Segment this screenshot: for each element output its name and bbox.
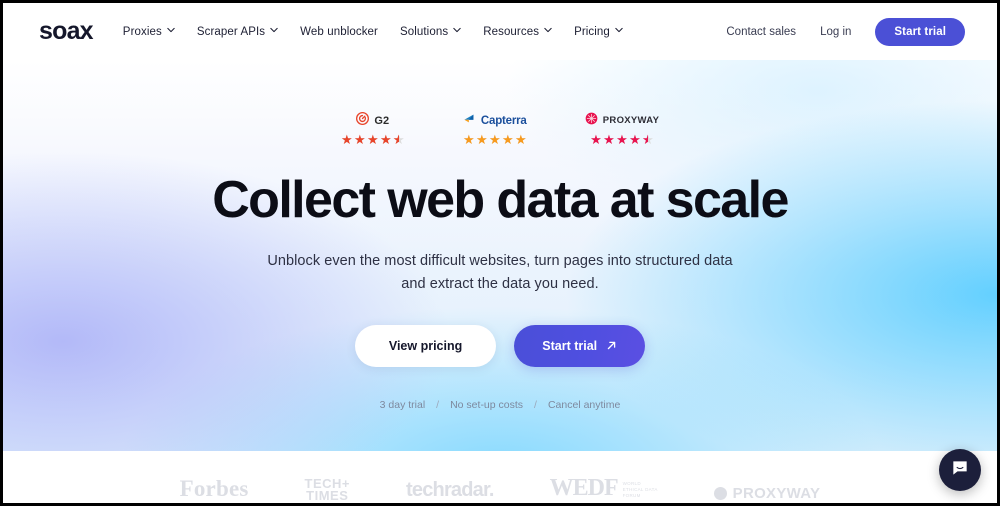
nav-item-web-unblocker[interactable]: Web unblocker	[300, 26, 378, 38]
hero-cta-row: View pricing Start trial	[3, 324, 997, 367]
star-rating-capterra: ★ ★ ★ ★ ★ ★ ★ ★ ★ ★	[463, 133, 527, 146]
star-rating-g2: ★★ ★★ ★★ ★★ ★★	[341, 133, 405, 146]
badge-head: G2	[356, 111, 390, 130]
page-title: Collect web data at scale	[212, 171, 789, 229]
trial-meta-item-1: 3 day trial	[379, 398, 426, 411]
nav-item-label: Web unblocker	[300, 25, 378, 38]
chevron-down-icon	[453, 27, 461, 35]
nav-item-pricing[interactable]: Pricing	[574, 26, 623, 38]
star: ★ ★	[353, 132, 366, 147]
nav-item-label: Resources	[483, 25, 540, 38]
star: ★ ★	[629, 132, 641, 147]
page-root: soax Proxies Scraper APIs Web unblocker …	[0, 0, 1000, 506]
start-trial-button-nav[interactable]: Start trial	[875, 17, 965, 46]
review-badge-capterra[interactable]: Capterra ★ ★ ★ ★ ★ ★ ★ ★ ★ ★	[463, 113, 527, 146]
proxyway-mark-icon	[713, 487, 727, 500]
logo-proxyway: PROXYWAY	[713, 485, 821, 502]
chevron-down-icon	[270, 27, 278, 35]
view-pricing-button[interactable]: View pricing	[354, 324, 497, 367]
badge-name: G2	[374, 114, 390, 127]
chat-widget-button[interactable]	[939, 449, 981, 491]
star: ★ ★	[462, 132, 475, 147]
main-navigation: soax Proxies Scraper APIs Web unblocker …	[3, 3, 997, 60]
log-in-link[interactable]: Log in	[820, 26, 851, 38]
star: ★ ★	[590, 132, 602, 147]
review-badge-g2[interactable]: G2 ★★ ★★ ★★ ★★ ★★	[341, 111, 405, 146]
tech-times-line-2: TIMES	[306, 488, 349, 504]
star-half: ★★	[642, 132, 654, 147]
hero-subheading: Unblock even the most difficult websites…	[3, 250, 997, 297]
start-trial-label: Start trial	[542, 338, 598, 353]
nav-right-actions: Contact sales Log in Start trial	[726, 17, 965, 46]
badge-name: Capterra	[480, 114, 527, 127]
chevron-down-icon	[544, 27, 552, 35]
trial-meta-separator: /	[534, 398, 537, 411]
star: ★ ★	[379, 132, 392, 147]
trial-meta: 3 day trial / No set-up costs / Cancel a…	[3, 399, 997, 411]
star: ★ ★	[488, 132, 501, 147]
review-badge-proxyway[interactable]: PROXYWAY ★★ ★★ ★★ ★★ ★★	[585, 112, 660, 146]
nav-item-resources[interactable]: Resources	[483, 26, 552, 38]
nav-item-label: Proxies	[122, 25, 162, 38]
chat-bubble-icon	[950, 458, 970, 483]
nav-item-solutions[interactable]: Solutions	[400, 26, 461, 38]
start-trial-button-hero[interactable]: Start trial	[514, 324, 646, 367]
trial-meta-separator: /	[436, 398, 440, 411]
nav-links: Proxies Scraper APIs Web unblocker Solut…	[123, 26, 623, 38]
trial-meta-item-3: Cancel anytime	[547, 398, 621, 411]
nav-item-label: Pricing	[574, 25, 610, 38]
star-rating-proxyway: ★★ ★★ ★★ ★★ ★★	[590, 133, 654, 146]
hero-section: G2 ★★ ★★ ★★ ★★ ★★	[3, 60, 997, 451]
logo-forbes: Forbes	[179, 476, 249, 501]
badge-name: PROXYWAY	[602, 115, 660, 126]
badge-head: PROXYWAY	[585, 112, 660, 130]
nav-item-proxies[interactable]: Proxies	[123, 26, 175, 38]
soax-logo[interactable]: soax	[39, 17, 94, 46]
arrow-up-right-icon	[606, 340, 617, 351]
logo-wedf: WEDF WORLD ETHICAL DATA FORUM	[550, 475, 658, 502]
wedf-subtext: WORLD ETHICAL DATA FORUM	[623, 481, 658, 502]
partner-logo-strip: Forbes TECH+ TIMES techradar. WEDF WORLD…	[3, 451, 997, 503]
contact-sales-link[interactable]: Contact sales	[726, 26, 796, 38]
star: ★ ★	[475, 132, 488, 147]
hero-subheading-line-1: Unblock even the most difficult websites…	[267, 252, 733, 269]
star: ★ ★	[366, 132, 379, 147]
proxyway-logo-icon	[585, 112, 598, 130]
logo-tech-times: TECH+ TIMES	[305, 477, 350, 504]
nav-item-label: Scraper APIs	[196, 25, 266, 38]
star: ★ ★	[340, 132, 353, 147]
star: ★ ★	[616, 132, 628, 147]
g2-logo-icon	[356, 111, 370, 130]
trial-meta-item-2: No set-up costs	[450, 398, 524, 411]
star: ★ ★	[514, 132, 527, 147]
nav-item-label: Solutions	[399, 25, 449, 38]
capterra-logo-icon	[463, 112, 476, 130]
wedf-sub-line-3: FORUM	[622, 492, 641, 498]
chevron-down-icon	[167, 27, 175, 35]
star-half: ★★	[392, 132, 405, 147]
wedf-wordmark: WEDF	[549, 475, 619, 501]
chevron-down-icon	[615, 27, 623, 35]
star: ★ ★	[501, 132, 514, 147]
proxyway-wordmark: PROXYWAY	[732, 485, 821, 502]
badge-head: Capterra	[463, 113, 527, 128]
star: ★ ★	[603, 132, 615, 147]
review-badges: G2 ★★ ★★ ★★ ★★ ★★	[3, 60, 997, 146]
nav-item-scraper-apis[interactable]: Scraper APIs	[197, 26, 278, 38]
logo-techradar: techradar.	[406, 479, 494, 501]
hero-subheading-line-2: and extract the data you need.	[401, 276, 599, 293]
